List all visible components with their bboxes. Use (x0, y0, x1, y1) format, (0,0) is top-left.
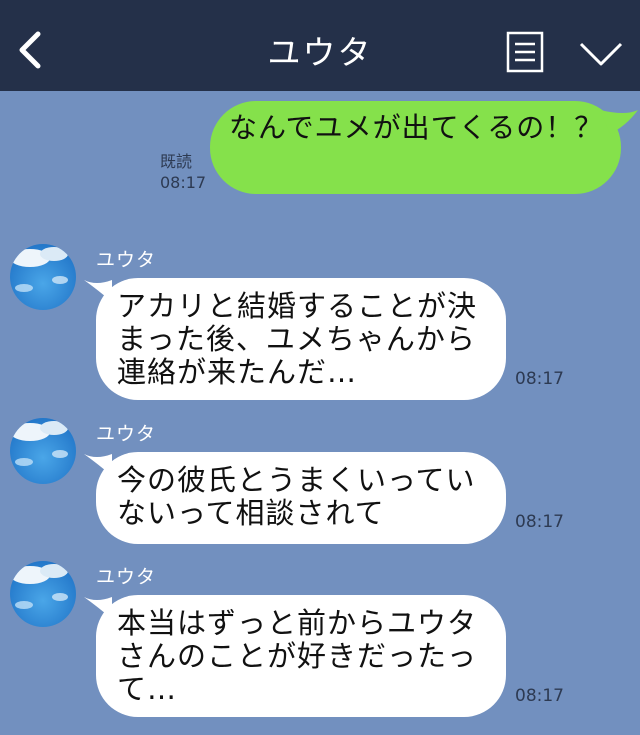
avatar[interactable] (10, 561, 76, 627)
message-text: なんでユメが出てくるの！？ (229, 111, 604, 144)
read-label: 既読 (160, 152, 193, 171)
avatar[interactable] (10, 418, 76, 484)
chevron-down-icon[interactable] (578, 40, 624, 68)
avatar-sky-image (10, 561, 76, 627)
message-time: 08:17 (515, 512, 564, 532)
message-time: 08:17 (160, 173, 207, 192)
message-time: 08:17 (515, 369, 564, 389)
read-status: 既読 08:17 (160, 151, 210, 193)
avatar-sky-image (10, 418, 76, 484)
message-text: 本当はずっと前からユウタさんのことが好きだったって… (117, 606, 478, 706)
avatar[interactable] (10, 244, 76, 310)
sender-name: ユウタ (96, 249, 157, 271)
message-text: 今の彼氏とうまくいっていないって相談されて (117, 463, 476, 530)
chat-title: ユウタ (267, 33, 373, 72)
chat-header: ユウタ (0, 0, 640, 91)
sender-name: ユウタ (96, 566, 157, 588)
sender-name: ユウタ (96, 423, 157, 445)
message-time: 08:17 (515, 686, 564, 706)
avatar-sky-image (10, 244, 76, 310)
menu-icon[interactable] (506, 31, 544, 73)
message-text: アカリと結婚することが決まった後、ユメちゃんから連絡が来たんだ… (117, 289, 478, 389)
